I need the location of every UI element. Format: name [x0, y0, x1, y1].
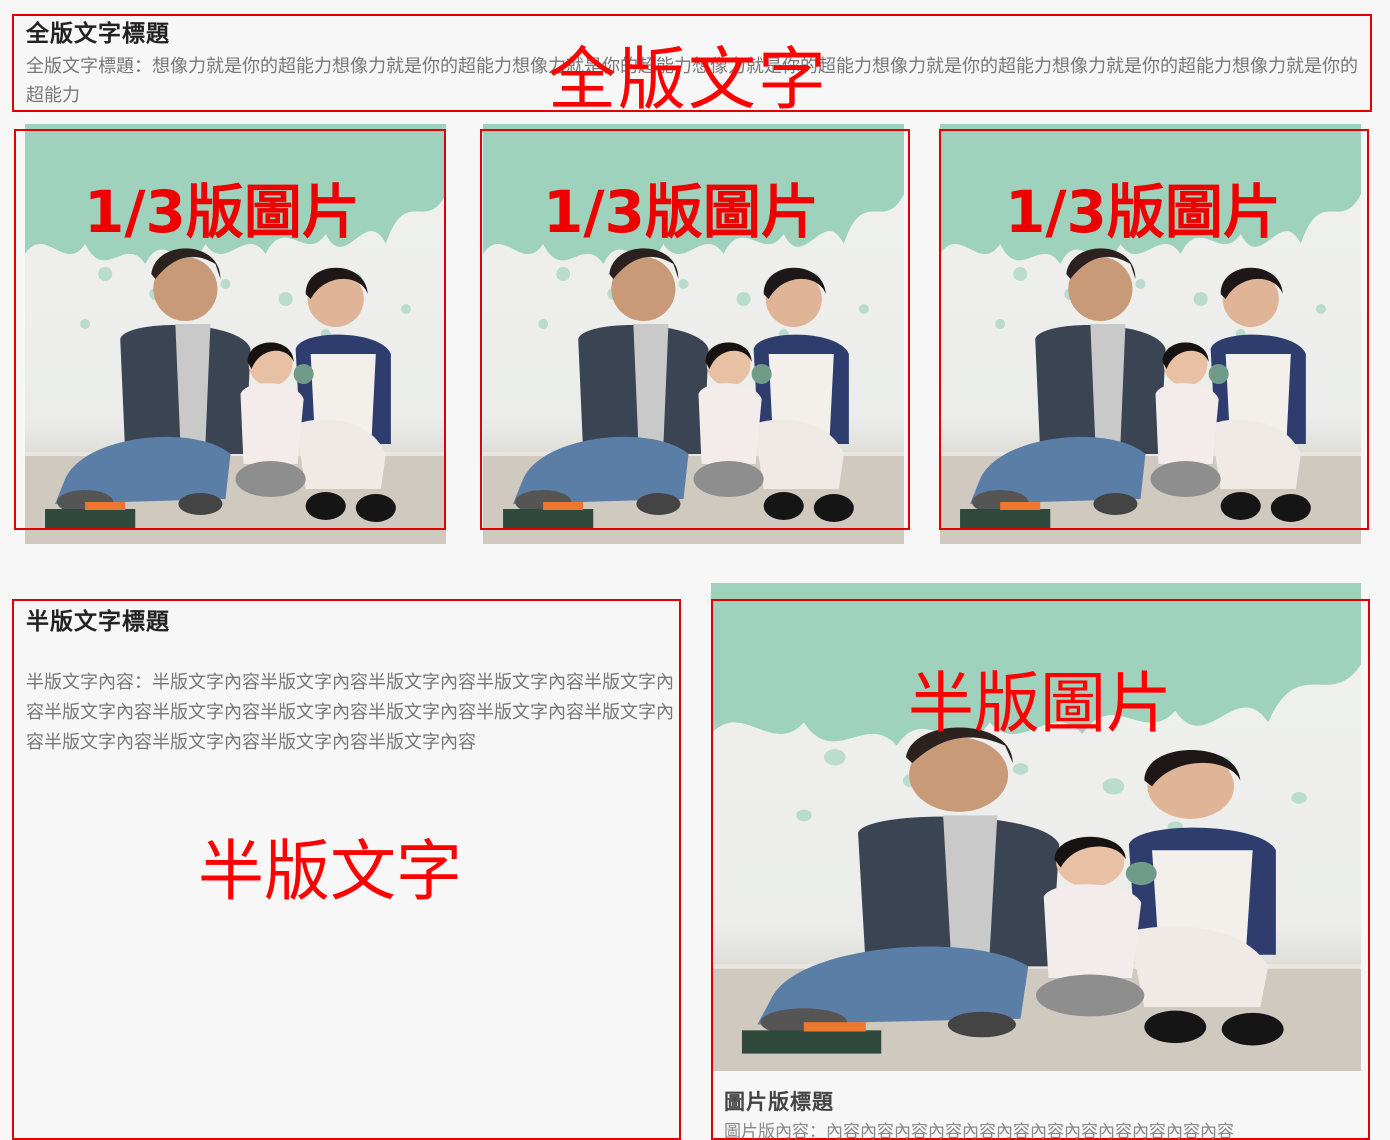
image-caption-body: 圖片版內容：內容內容內容內容內容內容內容內容內容內容內容內容: [724, 1122, 1234, 1140]
image-caption-title: 圖片版標題: [724, 1090, 834, 1114]
half-text-title: 半版文字標題: [26, 609, 170, 635]
half-image-annotation: 半版圖片: [908, 665, 1172, 742]
third-image-annotation-3: 1/3版圖片: [1005, 178, 1281, 246]
half-text-body: 半版文字內容：半版文字內容半版文字內容半版文字內容半版文字內容半版文字內容半版文…: [26, 672, 674, 753]
full-text-title: 全版文字標題: [26, 21, 170, 47]
third-image-annotation-1: 1/3版圖片: [84, 178, 360, 246]
half-text-annotation: 半版文字: [198, 833, 462, 910]
third-image-annotation-2: 1/3版圖片: [543, 178, 819, 246]
full-text-annotation: 全版文字: [548, 41, 829, 120]
layout-guide-page: 全版文字標題 全版文字標題：想像力就是你的超能力想像力就是你的超能力想像力就是你…: [0, 0, 1390, 1140]
